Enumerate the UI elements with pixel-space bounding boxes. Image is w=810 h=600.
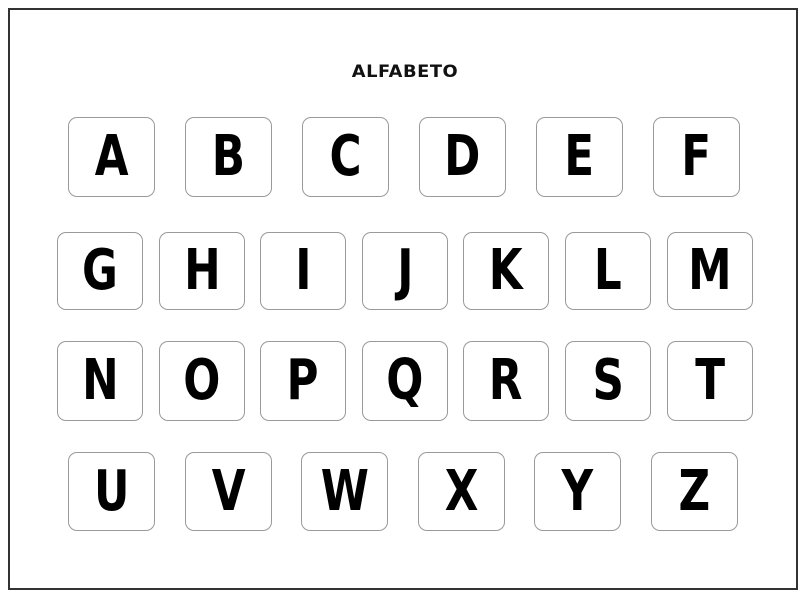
letter-tile-l: L	[565, 232, 651, 310]
letter-tile-t: T	[667, 341, 753, 421]
letter-label: D	[444, 124, 481, 189]
letter-tile-s: S	[565, 341, 651, 421]
letter-label: R	[489, 348, 523, 413]
letter-label: M	[688, 238, 732, 303]
page-title: ALFABETO	[351, 62, 459, 82]
letter-label: O	[183, 348, 221, 413]
letter-tile-p: P	[260, 341, 346, 421]
letter-tile-u: U	[68, 452, 155, 531]
letter-tile-f: F	[653, 117, 740, 197]
letter-label: B	[211, 124, 246, 189]
letter-tile-q: Q	[362, 341, 448, 421]
letter-tile-a: A	[68, 117, 155, 197]
letter-label: V	[211, 458, 246, 524]
letter-label: C	[329, 124, 362, 189]
letter-tile-g: G	[57, 232, 143, 310]
letter-label: Z	[678, 458, 711, 524]
letter-label: J	[396, 238, 414, 303]
letter-label: T	[695, 348, 725, 413]
letter-label: S	[592, 348, 624, 413]
letter-tile-b: B	[185, 117, 272, 197]
letter-tile-y: Y	[534, 452, 621, 531]
letter-label: E	[564, 124, 595, 189]
letter-tile-k: K	[463, 232, 549, 310]
letter-label: U	[93, 458, 130, 524]
letter-tile-r: R	[463, 341, 549, 421]
letter-label: L	[594, 238, 622, 303]
letter-tile-d: D	[419, 117, 506, 197]
letter-tile-v: V	[185, 452, 272, 531]
letter-tile-z: Z	[651, 452, 738, 531]
letter-label: G	[82, 238, 118, 303]
letter-label: X	[444, 458, 479, 524]
letter-label: F	[681, 124, 712, 189]
letter-tile-x: X	[418, 452, 505, 531]
letter-label: I	[294, 238, 312, 303]
letter-label: Y	[561, 458, 594, 524]
letter-label: P	[286, 348, 320, 413]
letter-label: A	[94, 124, 129, 189]
letter-label: N	[81, 348, 119, 413]
letter-label: K	[489, 238, 523, 303]
letter-tile-i: I	[260, 232, 346, 310]
letter-label: Q	[386, 348, 424, 413]
letter-label: W	[320, 458, 369, 524]
letter-tile-m: M	[667, 232, 753, 310]
letter-tile-n: N	[57, 341, 143, 421]
letter-tile-h: H	[159, 232, 245, 310]
letter-tile-o: O	[159, 341, 245, 421]
letter-tile-j: J	[362, 232, 448, 310]
letter-label: H	[183, 238, 221, 303]
letter-tile-e: E	[536, 117, 623, 197]
letter-tile-c: C	[302, 117, 389, 197]
letter-tile-w: W	[301, 452, 388, 531]
